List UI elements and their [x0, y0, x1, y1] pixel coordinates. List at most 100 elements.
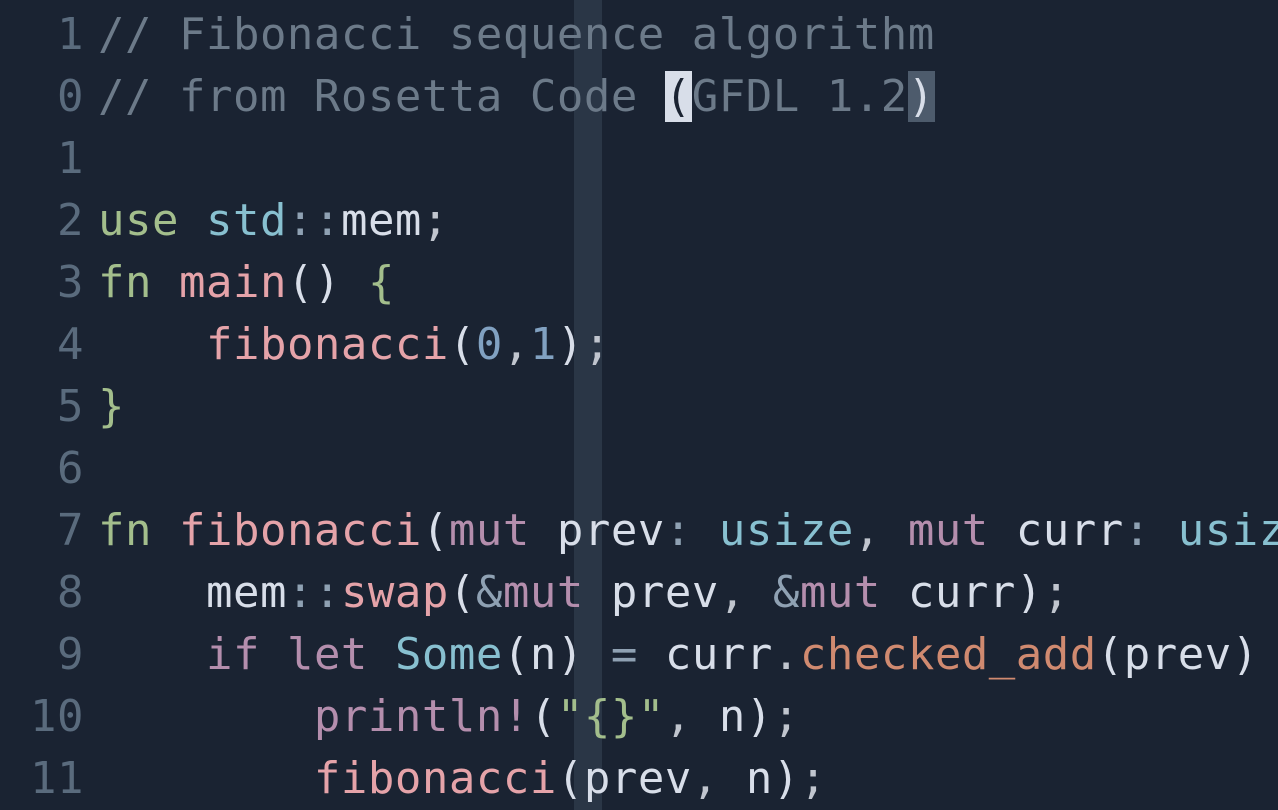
line-number: 10	[0, 686, 98, 748]
token: prev	[1124, 629, 1232, 680]
token: mut	[449, 505, 530, 556]
token	[719, 753, 746, 804]
code-line[interactable]: 11 fibonacci(prev, n);	[0, 748, 1278, 810]
token: "{}"	[557, 691, 665, 742]
token	[368, 629, 395, 680]
token: ,	[719, 567, 746, 618]
line-number: 6	[0, 438, 98, 500]
token: main	[179, 257, 287, 308]
token: &	[476, 567, 503, 618]
token: fn	[98, 505, 152, 556]
token: usize	[719, 505, 854, 556]
token	[152, 257, 179, 308]
line-number: 1	[0, 4, 98, 66]
token	[989, 505, 1016, 556]
code-editor[interactable]: 1// Fibonacci sequence algorithm0// from…	[0, 0, 1278, 810]
token: n	[746, 753, 773, 804]
code-line[interactable]: 1// Fibonacci sequence algorithm	[0, 4, 1278, 66]
token: ,	[692, 753, 719, 804]
code-content[interactable]: mem::swap(&mut prev, &mut curr);	[98, 562, 1070, 624]
token	[98, 691, 314, 742]
token: =	[611, 629, 638, 680]
token: // from Rosetta Code	[98, 71, 665, 122]
token: fibonacci	[314, 753, 557, 804]
token	[746, 567, 773, 618]
token: )	[746, 691, 773, 742]
token: 1	[530, 319, 557, 370]
code-content[interactable]: }	[98, 376, 125, 438]
token: // Fibonacci sequence algorithm	[98, 9, 935, 60]
token: Some	[395, 629, 503, 680]
token: if	[206, 629, 260, 680]
code-content[interactable]: fn fibonacci(mut prev: usize, mut curr: …	[98, 500, 1278, 562]
token: .	[773, 629, 800, 680]
token: (	[1097, 629, 1124, 680]
code-line[interactable]: 7fn fibonacci(mut prev: usize, mut curr:…	[0, 500, 1278, 562]
token: (	[503, 629, 530, 680]
code-line[interactable]: 6	[0, 438, 1278, 500]
token: checked_add	[800, 629, 1097, 680]
line-number: 8	[0, 562, 98, 624]
code-line[interactable]: 5}	[0, 376, 1278, 438]
code-line[interactable]: 10 println!("{}", n);	[0, 686, 1278, 748]
code-line[interactable]: 9 if let Some(n) = curr.checked_add(prev…	[0, 624, 1278, 686]
code-content[interactable]: fibonacci(prev, n);	[98, 748, 827, 810]
line-number: 2	[0, 190, 98, 252]
token: 0	[476, 319, 503, 370]
line-number: 0	[0, 66, 98, 128]
code-content[interactable]: use std::mem;	[98, 190, 449, 252]
code-line[interactable]: 2use std::mem;	[0, 190, 1278, 252]
token: ()	[287, 257, 341, 308]
token: GFDL 1.2	[692, 71, 908, 122]
line-number: 3	[0, 252, 98, 314]
token: (	[665, 71, 692, 122]
token	[260, 629, 287, 680]
code-line[interactable]: 4 fibonacci(0,1);	[0, 314, 1278, 376]
code-line[interactable]: 8 mem::swap(&mut prev, &mut curr);	[0, 562, 1278, 624]
token: ::	[287, 195, 341, 246]
token	[692, 691, 719, 742]
token	[341, 257, 368, 308]
code-content[interactable]: fibonacci(0,1);	[98, 314, 611, 376]
token: }	[98, 381, 125, 432]
token: usiz	[1178, 505, 1278, 556]
token: {	[368, 257, 395, 308]
token: curr	[908, 567, 1016, 618]
token: ,	[665, 691, 692, 742]
code-line[interactable]: 1	[0, 128, 1278, 190]
line-number: 9	[0, 624, 98, 686]
token: )	[557, 629, 584, 680]
token: mut	[908, 505, 989, 556]
code-content[interactable]: // Fibonacci sequence algorithm	[98, 4, 935, 66]
code-content[interactable]: println!("{}", n);	[98, 686, 800, 748]
token: n	[719, 691, 746, 742]
code-content[interactable]: // from Rosetta Code (GFDL 1.2)	[98, 66, 935, 128]
token: ,	[854, 505, 881, 556]
line-number: 7	[0, 500, 98, 562]
token	[692, 505, 719, 556]
token	[98, 629, 206, 680]
token: ;	[800, 753, 827, 804]
token: (	[449, 567, 476, 618]
token	[152, 505, 179, 556]
token	[179, 195, 206, 246]
token	[98, 567, 206, 618]
token: fibonacci	[206, 319, 449, 370]
token: ,	[503, 319, 530, 370]
token	[638, 629, 665, 680]
token: fn	[98, 257, 152, 308]
token: (	[422, 505, 449, 556]
code-content[interactable]: if let Some(n) = curr.checked_add(prev)	[98, 624, 1259, 686]
token	[881, 505, 908, 556]
code-line[interactable]: 3fn main() {	[0, 252, 1278, 314]
token: )	[557, 319, 584, 370]
code-content[interactable]: fn main() {	[98, 252, 395, 314]
token: println!	[314, 691, 530, 742]
code-line[interactable]: 0// from Rosetta Code (GFDL 1.2)	[0, 66, 1278, 128]
token: (	[530, 691, 557, 742]
token: prev	[584, 753, 692, 804]
line-number: 1	[0, 128, 98, 190]
token: (	[557, 753, 584, 804]
token: &	[773, 567, 800, 618]
token: :	[1124, 505, 1151, 556]
